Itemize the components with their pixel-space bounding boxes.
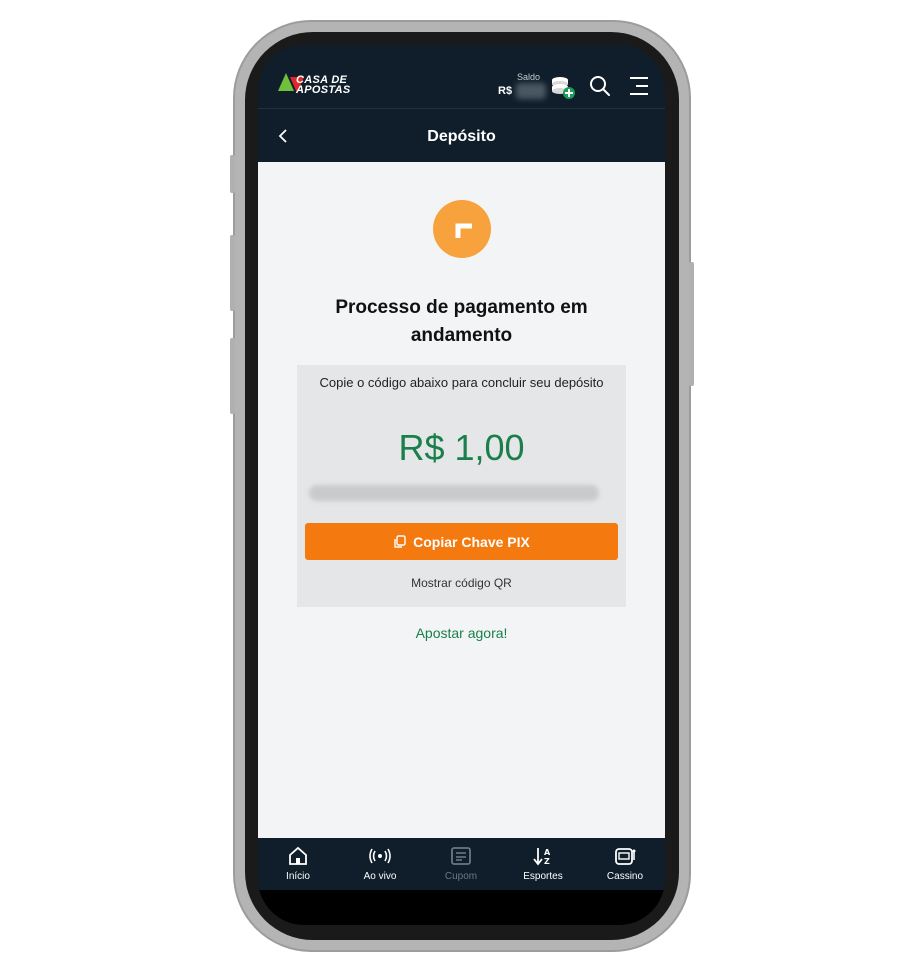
svg-text:Z: Z bbox=[544, 857, 550, 866]
top-bar: CASA DE APOSTAS Saldo R$ bbox=[258, 45, 665, 109]
nav-item-ao-vivo[interactable]: Ao vivo bbox=[345, 838, 415, 890]
nav-item-inicio[interactable]: Início bbox=[263, 838, 333, 890]
nav-label: Esportes bbox=[523, 871, 563, 882]
nav-label: Início bbox=[286, 871, 310, 882]
pending-status-icon bbox=[433, 200, 491, 258]
deposit-amount: R$ 1,00 bbox=[398, 427, 525, 468]
slot-machine-icon bbox=[615, 848, 636, 865]
balance-value-hidden[interactable] bbox=[516, 83, 546, 99]
add-funds-coins-icon[interactable] bbox=[549, 74, 577, 100]
sports-sort-icon: A Z bbox=[533, 848, 551, 866]
balance-label: Saldo bbox=[517, 72, 541, 82]
nav-label: Cupom bbox=[444, 871, 478, 882]
deposit-content: Processo de pagamento em andamento Copie… bbox=[258, 162, 665, 838]
pix-payment-card: Copie o código abaixo para concluir seu … bbox=[297, 365, 626, 607]
nav-item-cupom[interactable]: Cupom bbox=[426, 838, 496, 890]
bottom-navigation: Início Ao vivo Cupom A Z Esportes Cassin… bbox=[258, 838, 665, 890]
phone-side-button bbox=[230, 235, 235, 311]
search-icon[interactable] bbox=[589, 75, 611, 97]
page-title: Depósito bbox=[427, 128, 496, 145]
app-screen: CASA DE APOSTAS Saldo R$ Depósito Proces… bbox=[258, 45, 665, 925]
phone-side-button bbox=[230, 338, 235, 414]
nav-item-esportes[interactable]: A Z Esportes bbox=[508, 838, 578, 890]
nav-label: Cassino bbox=[606, 871, 644, 882]
payment-status-heading: Processo de pagamento em andamento bbox=[335, 297, 588, 346]
live-icon bbox=[369, 848, 391, 864]
home-icon bbox=[289, 846, 307, 865]
nav-item-cassino[interactable]: Cassino bbox=[590, 838, 660, 890]
show-qr-code-link[interactable]: Mostrar código QR bbox=[297, 576, 626, 590]
coupon-icon bbox=[451, 847, 471, 865]
copy-pix-key-button[interactable]: Copiar Chave PIX bbox=[305, 523, 618, 560]
menu-icon[interactable] bbox=[628, 75, 650, 97]
svg-text:A: A bbox=[544, 848, 551, 857]
copy-icon bbox=[394, 534, 406, 548]
copy-instruction: Copie o código abaixo para concluir seu … bbox=[319, 375, 604, 390]
bet-now-link[interactable]: Apostar agora! bbox=[258, 625, 665, 641]
balance-currency: R$ bbox=[498, 85, 513, 97]
nav-label: Ao vivo bbox=[363, 871, 397, 882]
copy-pix-key-label: Copiar Chave PIX bbox=[413, 533, 530, 550]
logo-text: CASA DE APOSTAS bbox=[296, 74, 351, 96]
home-indicator-area bbox=[258, 890, 665, 925]
pix-code-hidden bbox=[309, 485, 599, 501]
phone-side-button bbox=[689, 262, 694, 386]
phone-side-button bbox=[230, 155, 235, 193]
